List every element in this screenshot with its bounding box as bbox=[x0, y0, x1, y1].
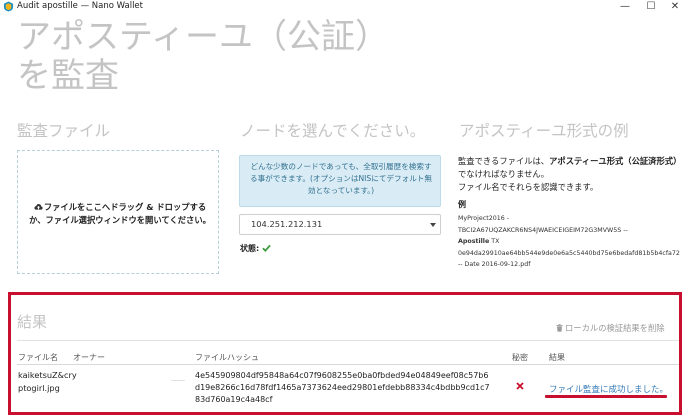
example-line-3: Apostille TX bbox=[458, 236, 683, 248]
node-info-alert: どんな少数のノードであっても、全取引履歴を検索する事ができます。(オプションはN… bbox=[239, 155, 441, 207]
col-header-file-hash: ファイルハッシュ bbox=[195, 353, 259, 362]
example-desc-line2: ファイル名でそれらを認識できます。 bbox=[458, 182, 599, 192]
close-button[interactable]: ✕ bbox=[664, 0, 685, 14]
results-divider bbox=[17, 340, 679, 341]
trash-icon bbox=[556, 324, 563, 332]
row-filename: kaiketsuZ&cryptogirl.jpg bbox=[18, 370, 77, 393]
row-result-link[interactable]: ファイル監査に成功しました。 bbox=[549, 383, 668, 395]
node-select-value: 104.251.212.131 bbox=[251, 219, 323, 229]
node-heading: ノードを選んでください。 bbox=[240, 122, 426, 140]
row-file-hash: 4e545909804df95848a64c07f9608255e0ba0fbd… bbox=[195, 371, 490, 405]
example-line-3-suffix: TX bbox=[489, 238, 500, 246]
result-highlight-underline bbox=[545, 395, 667, 398]
example-line-2: TBCI2A67UQZAKCR6NS4JWAEICEIGEIM72G3MVW5S… bbox=[458, 226, 628, 234]
nano-wallet-logo-icon bbox=[3, 1, 14, 12]
node-select[interactable]: 104.251.212.131 bbox=[239, 214, 441, 235]
audit-file-heading: 監査ファイル bbox=[17, 122, 111, 140]
cloud-upload-icon bbox=[34, 204, 43, 210]
cross-icon bbox=[516, 382, 524, 390]
col-header-filename: ファイル名 bbox=[18, 353, 58, 362]
drop-zone-label: ファイルをここへドラッグ & ドロップするか、ファイル選択ウィンドウを開いてくだ… bbox=[27, 201, 213, 227]
table-header-line bbox=[17, 364, 679, 365]
page-title-line-2: を監査 bbox=[17, 56, 119, 96]
example-line-4: 0e94da29910ae64bb544e9de0e6a5c5440bd75e6… bbox=[458, 249, 680, 257]
example-label: 例 bbox=[458, 200, 466, 209]
example-desc-prefix: 監査できるファイルは、 bbox=[458, 156, 550, 166]
example-line-1: MyProject2016 - bbox=[458, 215, 510, 222]
page-title-line-1: アポスティーユ（公証） bbox=[17, 17, 389, 57]
example-heading: アポスティーユ形式の例 bbox=[459, 122, 629, 140]
node-status-label: 状態: bbox=[240, 244, 260, 253]
example-desc-bold: アポスティーユ形式（公証済形式） bbox=[549, 156, 682, 166]
minimize-button[interactable]: — bbox=[614, 0, 636, 14]
drop-zone-text: ファイルをここへドラッグ & ドロップするか、ファイル選択ウィンドウを開いてくだ… bbox=[29, 202, 211, 225]
results-heading: 結果 bbox=[17, 313, 48, 331]
page-title: アポスティーユ（公証） を監査 bbox=[17, 18, 389, 96]
example-line-5: -- Date 2016-09-12.pdf bbox=[458, 261, 531, 269]
example-desc-suffix: でなければなりません。 bbox=[458, 169, 550, 179]
check-icon bbox=[262, 244, 271, 252]
clear-local-results-label: ローカルの検証結果を削除 bbox=[565, 323, 665, 333]
col-header-owner: オーナー bbox=[73, 353, 105, 362]
window-title: Audit apostille — Nano Wallet bbox=[17, 1, 143, 11]
col-header-secret: 秘密 bbox=[512, 353, 528, 362]
maximize-button[interactable]: ☐ bbox=[640, 0, 662, 14]
example-line-3-bold: Apostille bbox=[458, 238, 490, 246]
chevron-down-icon bbox=[430, 223, 436, 227]
node-status: 状態: bbox=[240, 243, 271, 254]
col-header-result: 結果 bbox=[549, 353, 565, 362]
example-description: 監査できるファイルは、アポスティーユ形式（公証済形式） でなければなりません。 フ… bbox=[458, 155, 683, 194]
owner-placeholder-mark bbox=[171, 380, 185, 381]
clear-local-results-button[interactable]: ローカルの検証結果を削除 bbox=[556, 322, 665, 334]
example-filename: MyProject2016 - TBCI2A67UQZAKCR6NS4JWAEI… bbox=[458, 213, 683, 271]
